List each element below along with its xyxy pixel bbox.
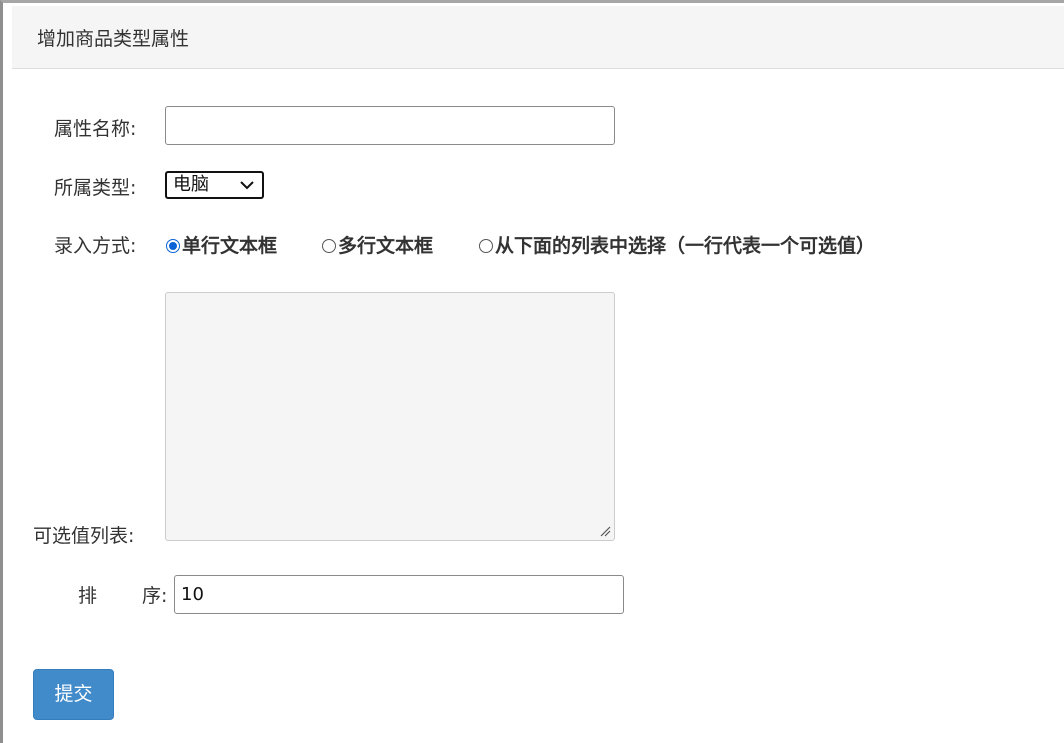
type-label: 所属类型: (54, 177, 137, 199)
submit-button[interactable]: 提交 (33, 669, 114, 720)
radio-multi-line-label: 多行文本框 (338, 235, 434, 257)
radio-option-multi-line[interactable]: 多行文本框 (322, 232, 433, 260)
options-list-label: 可选值列表: (33, 525, 135, 547)
radio-single-line-label: 单行文本框 (182, 235, 278, 257)
page-frame: 增加商品类型属性 属性名称: 所属类型: 电脑 录入方式: 单行文本框 多行文本… (0, 0, 1064, 743)
radio-list-label: 从下面的列表中选择（一行代表一个可选值） (495, 235, 876, 257)
type-select-value: 电脑 (173, 174, 209, 195)
type-select[interactable]: 电脑 (165, 171, 264, 199)
resize-grip-icon[interactable] (599, 525, 611, 537)
sort-order-input[interactable] (174, 575, 624, 614)
input-mode-label: 录入方式: (54, 235, 137, 257)
panel-heading: 增加商品类型属性 (12, 6, 1064, 69)
radio-option-list[interactable]: 从下面的列表中选择（一行代表一个可选值） (479, 232, 875, 260)
sort-label-char2: 序: (142, 585, 168, 607)
chevron-down-icon (240, 181, 254, 190)
options-textarea[interactable] (165, 292, 615, 541)
radio-option-single-line[interactable]: 单行文本框 (166, 232, 277, 260)
sort-label-char1: 排 (78, 585, 98, 607)
radio-list[interactable] (479, 239, 493, 253)
radio-single-line[interactable] (166, 239, 180, 253)
attribute-name-input[interactable] (165, 106, 615, 145)
attribute-name-label: 属性名称: (54, 118, 137, 140)
radio-multi-line[interactable] (322, 239, 336, 253)
panel-title: 增加商品类型属性 (37, 28, 190, 50)
